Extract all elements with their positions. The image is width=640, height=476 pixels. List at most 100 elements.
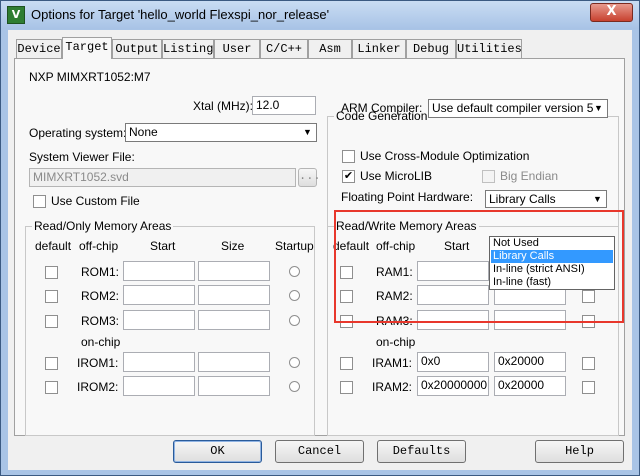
rom-header-default: default [35,239,72,253]
irom1-start-input[interactable] [123,352,195,372]
tab-linker[interactable]: Linker [352,39,406,58]
rom-onchip-label: on-chip [81,335,121,349]
iram2-default-checkbox[interactable] [340,381,353,394]
rom1-default-checkbox[interactable] [45,266,58,279]
ram3-label: RAM3: [376,314,413,328]
readonly-memory-title: Read/Only Memory Areas [32,219,174,233]
ram3-default-checkbox[interactable] [340,315,353,328]
rom2-size-input[interactable] [198,285,270,305]
fp-option-not-used[interactable]: Not Used [491,237,613,250]
dialog-client-area: Device Target Output Listing User C/C++ … [8,30,632,470]
options-dialog: V Options for Target 'hello_world Flexsp… [0,0,640,476]
svd-label: System Viewer File: [29,150,135,164]
svd-input[interactable]: MIMXRT1052.svd [29,168,296,187]
rom2-start-input[interactable] [123,285,195,305]
ram3-noinit-checkbox[interactable] [582,315,595,328]
ram1-start-input[interactable] [417,261,489,281]
use-custom-file-checkbox[interactable] [33,195,46,208]
iram1-start-input[interactable]: 0x0 [417,352,489,372]
title-bar[interactable]: V Options for Target 'hello_world Flexsp… [1,1,639,29]
rom3-start-input[interactable] [123,310,195,330]
chevron-down-icon: ▼ [594,103,603,113]
irom2-label: IROM2: [77,380,119,394]
rom3-startup-radio[interactable] [289,315,300,326]
help-button[interactable]: Help [535,440,624,463]
tab-target[interactable]: Target [62,37,112,59]
irom2-default-checkbox[interactable] [45,381,58,394]
tab-c-cpp[interactable]: C/C++ [260,39,308,58]
iram1-label: IRAM1: [372,356,413,370]
fp-hardware-select[interactable]: Library Calls ▼ [485,190,607,208]
microlib-label: Use MicroLIB [360,169,433,183]
iram1-default-checkbox[interactable] [340,357,353,370]
use-custom-file-label: Use Custom File [51,194,140,208]
ram2-label: RAM2: [376,289,413,303]
fp-option-library-calls[interactable]: Library Calls [491,250,613,263]
ram3-size-input[interactable] [494,310,566,330]
rom2-label: ROM2: [81,289,120,303]
tab-user[interactable]: User [214,39,260,58]
rom1-label: ROM1: [81,265,120,279]
compiler-value: Use default compiler version 5 [432,101,594,115]
readwrite-memory-title: Read/Write Memory Areas [334,219,479,233]
compiler-select[interactable]: Use default compiler version 5 ▼ [428,99,608,118]
rom2-default-checkbox[interactable] [45,290,58,303]
keil-app-icon: V [7,6,25,24]
iram2-noinit-checkbox[interactable] [582,381,595,394]
xtal-input[interactable]: 12.0 [252,96,316,115]
rom2-startup-radio[interactable] [289,290,300,301]
tab-listing[interactable]: Listing [162,39,214,58]
iram1-size-input[interactable]: 0x20000 [494,352,566,372]
fp-option-inline-strict-ansi[interactable]: In-line (strict ANSI) [491,263,613,276]
device-name: NXP MIMXRT1052:M7 [29,70,151,84]
iram2-start-input[interactable]: 0x20000000 [417,376,489,396]
ram2-default-checkbox[interactable] [340,290,353,303]
ram2-start-input[interactable] [417,285,489,305]
rom-header-size: Size [221,239,245,253]
tab-asm[interactable]: Asm [308,39,352,58]
tab-utilities[interactable]: Utilities [456,39,522,58]
tab-debug[interactable]: Debug [406,39,456,58]
ok-button[interactable]: OK [173,440,262,463]
fp-option-inline-fast[interactable]: In-line (fast) [491,276,613,289]
ram-header-offchip: off-chip [376,239,416,253]
rom1-startup-radio[interactable] [289,266,300,277]
irom1-default-checkbox[interactable] [45,357,58,370]
cross-module-checkbox[interactable] [342,150,355,163]
ram-header-start: Start [444,239,470,253]
compiler-label: ARM Compiler: [341,101,423,115]
irom2-start-input[interactable] [123,376,195,396]
big-endian-label: Big Endian [500,169,559,183]
tab-device[interactable]: Device [16,39,62,58]
irom2-startup-radio[interactable] [289,381,300,392]
ram2-noinit-checkbox[interactable] [582,290,595,303]
defaults-button[interactable]: Defaults [377,440,466,463]
cancel-button[interactable]: Cancel [275,440,364,463]
irom2-size-input[interactable] [198,376,270,396]
ram1-label: RAM1: [376,265,413,279]
rom1-size-input[interactable] [198,261,270,281]
microlib-checkbox[interactable]: ✔ [342,170,355,183]
fp-hardware-label: Floating Point Hardware: [341,190,474,204]
tab-output[interactable]: Output [112,39,162,58]
big-endian-checkbox[interactable] [482,170,495,183]
fp-hardware-dropdown-list[interactable]: Not Used Library Calls In-line (strict A… [489,236,615,290]
iram1-noinit-checkbox[interactable] [582,357,595,370]
close-button[interactable]: X [590,3,633,22]
rom-header-start: Start [150,239,176,253]
ram3-start-input[interactable] [417,310,489,330]
chevron-down-icon: ▼ [303,127,312,137]
rom3-size-input[interactable] [198,310,270,330]
irom1-startup-radio[interactable] [289,357,300,368]
os-select[interactable]: None ▼ [125,123,317,142]
svd-browse-button[interactable]: ... [298,168,321,187]
rom1-start-input[interactable] [123,261,195,281]
target-tab-panel: NXP MIMXRT1052:M7 Xtal (MHz): 12.0 Opera… [14,58,625,436]
irom1-size-input[interactable] [198,352,270,372]
irom1-label: IROM1: [77,356,119,370]
iram2-size-input[interactable]: 0x20000 [494,376,566,396]
ram-onchip-label: on-chip [376,335,416,349]
os-label: Operating system: [29,126,127,140]
ram1-default-checkbox[interactable] [340,266,353,279]
rom3-default-checkbox[interactable] [45,315,58,328]
